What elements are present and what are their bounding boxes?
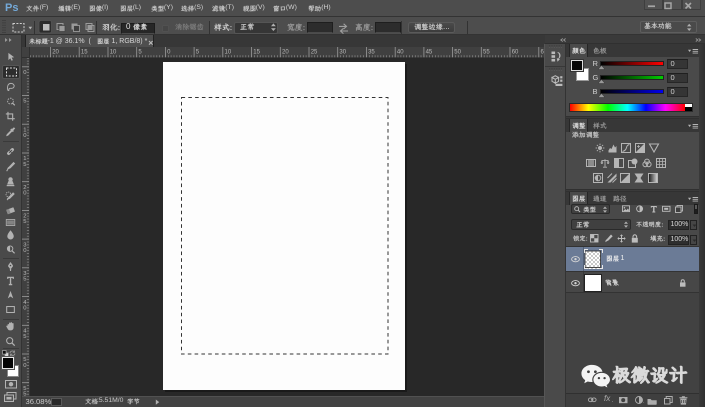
svg-text:25: 25: [311, 50, 318, 56]
svg-text:40: 40: [397, 50, 404, 56]
svg-text:20: 20: [282, 50, 289, 56]
svg-text:10: 10: [110, 50, 117, 56]
svg-text:35: 35: [368, 50, 375, 56]
svg-text:5: 5: [196, 50, 200, 56]
svg-text:0: 0: [167, 50, 171, 56]
svg-text:55: 55: [483, 50, 490, 56]
svg-text:15: 15: [253, 50, 260, 56]
svg-text:10: 10: [225, 50, 232, 56]
svg-text:45: 45: [426, 50, 433, 56]
svg-text:15: 15: [81, 50, 88, 56]
svg-text:60: 60: [512, 50, 519, 56]
svg-text:30: 30: [339, 50, 346, 56]
svg-text:20: 20: [52, 50, 59, 56]
svg-text:5: 5: [138, 50, 142, 56]
svg-text:50: 50: [454, 50, 461, 56]
